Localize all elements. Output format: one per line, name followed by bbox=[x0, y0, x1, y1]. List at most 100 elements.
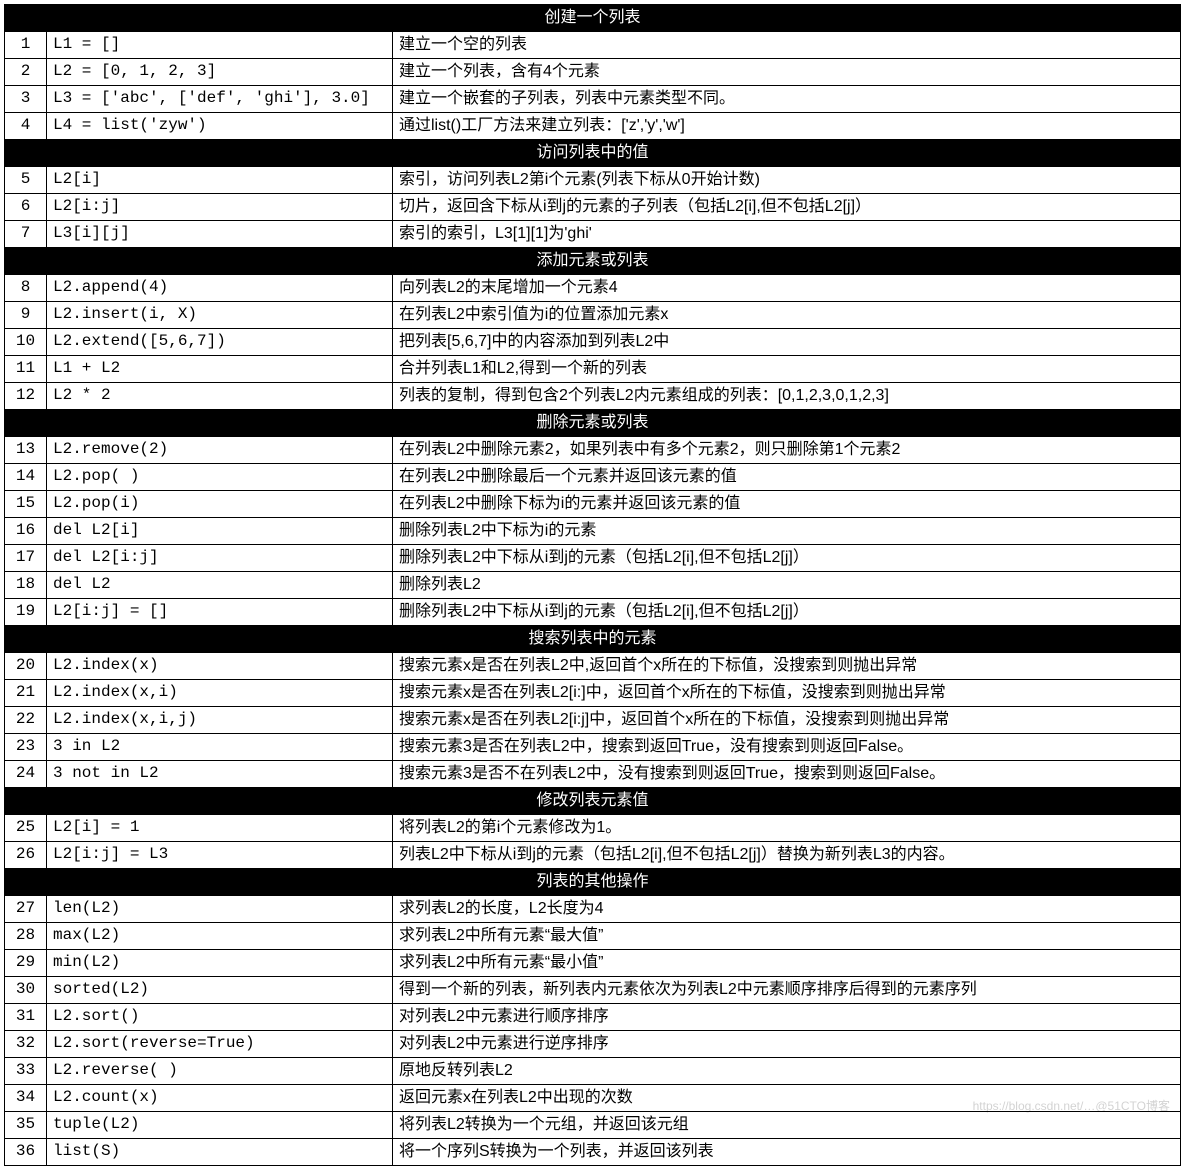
row-number: 28 bbox=[5, 923, 47, 950]
desc-cell: 列表L2中下标从i到j的元素（包括L2[i],但不包括L2[j]）替换为新列表L… bbox=[393, 842, 1181, 869]
desc-cell: 原地反转列表L2 bbox=[393, 1058, 1181, 1085]
code-cell: 3 not in L2 bbox=[47, 761, 393, 788]
row-number: 9 bbox=[5, 302, 47, 329]
desc-cell: 将列表L2的第i个元素修改为1。 bbox=[393, 815, 1181, 842]
row-number: 32 bbox=[5, 1031, 47, 1058]
desc-cell: 把列表[5,6,7]中的内容添加到列表L2中 bbox=[393, 329, 1181, 356]
row-number: 6 bbox=[5, 194, 47, 221]
desc-cell: 得到一个新的列表，新列表内元素依次为列表L2中元素顺序排序后得到的元素序列 bbox=[393, 977, 1181, 1004]
code-cell: L4 = list('zyw') bbox=[47, 113, 393, 140]
row-number: 31 bbox=[5, 1004, 47, 1031]
table-row: 8L2.append(4)向列表L2的末尾增加一个元素4 bbox=[5, 275, 1181, 302]
desc-cell: 返回元素x在列表L2中出现的次数 bbox=[393, 1085, 1181, 1112]
section-title: 修改列表元素值 bbox=[5, 788, 1181, 815]
desc-cell: 列表的复制，得到包含2个列表L2内元素组成的列表：[0,1,2,3,0,1,2,… bbox=[393, 383, 1181, 410]
row-number: 36 bbox=[5, 1139, 47, 1166]
row-number: 2 bbox=[5, 59, 47, 86]
row-number: 8 bbox=[5, 275, 47, 302]
table-row: 3L3 = ['abc', ['def', 'ghi'], 3.0]建立一个嵌套… bbox=[5, 86, 1181, 113]
code-cell: L2.append(4) bbox=[47, 275, 393, 302]
code-cell: L1 + L2 bbox=[47, 356, 393, 383]
code-cell: tuple(L2) bbox=[47, 1112, 393, 1139]
section-title: 创建一个列表 bbox=[5, 5, 1181, 32]
table-row: 28max(L2)求列表L2中所有元素“最大值” bbox=[5, 923, 1181, 950]
row-number: 16 bbox=[5, 518, 47, 545]
desc-cell: 搜索元素3是否在列表L2中，搜索到返回True，没有搜索到则返回False。 bbox=[393, 734, 1181, 761]
table-row: 22L2.index(x,i,j)搜索元素x是否在列表L2[i:j]中，返回首个… bbox=[5, 707, 1181, 734]
desc-cell: 合并列表L1和L2,得到一个新的列表 bbox=[393, 356, 1181, 383]
section-title: 列表的其他操作 bbox=[5, 869, 1181, 896]
section-header: 列表的其他操作 bbox=[5, 869, 1181, 896]
desc-cell: 在列表L2中删除下标为i的元素并返回该元素的值 bbox=[393, 491, 1181, 518]
desc-cell: 建立一个空的列表 bbox=[393, 32, 1181, 59]
code-cell: min(L2) bbox=[47, 950, 393, 977]
code-cell: L2.extend([5,6,7]) bbox=[47, 329, 393, 356]
desc-cell: 切片，返回含下标从i到j的元素的子列表（包括L2[i],但不包括L2[j]） bbox=[393, 194, 1181, 221]
code-cell: L1 = [] bbox=[47, 32, 393, 59]
table-row: 9L2.insert(i, X)在列表L2中索引值为i的位置添加元素x bbox=[5, 302, 1181, 329]
row-number: 34 bbox=[5, 1085, 47, 1112]
row-number: 11 bbox=[5, 356, 47, 383]
code-cell: L2[i:j] bbox=[47, 194, 393, 221]
section-title: 搜索列表中的元素 bbox=[5, 626, 1181, 653]
code-cell: del L2[i] bbox=[47, 518, 393, 545]
row-number: 3 bbox=[5, 86, 47, 113]
table-row: 32L2.sort(reverse=True)对列表L2中元素进行逆序排序 bbox=[5, 1031, 1181, 1058]
code-cell: L2.index(x,i,j) bbox=[47, 707, 393, 734]
section-title: 访问列表中的值 bbox=[5, 140, 1181, 167]
code-cell: L2.sort() bbox=[47, 1004, 393, 1031]
row-number: 22 bbox=[5, 707, 47, 734]
desc-cell: 索引，访问列表L2第i个元素(列表下标从0开始计数) bbox=[393, 167, 1181, 194]
table-row: 12L2 * 2列表的复制，得到包含2个列表L2内元素组成的列表：[0,1,2,… bbox=[5, 383, 1181, 410]
table-row: 31L2.sort()对列表L2中元素进行顺序排序 bbox=[5, 1004, 1181, 1031]
code-cell: L2.insert(i, X) bbox=[47, 302, 393, 329]
code-cell: L2.pop(i) bbox=[47, 491, 393, 518]
table-row: 233 in L2搜索元素3是否在列表L2中，搜索到返回True，没有搜索到则返… bbox=[5, 734, 1181, 761]
reference-table: 创建一个列表1L1 = []建立一个空的列表2L2 = [0, 1, 2, 3]… bbox=[4, 4, 1181, 1166]
desc-cell: 将一个序列S转换为一个列表，并返回该列表 bbox=[393, 1139, 1181, 1166]
code-cell: L2.remove(2) bbox=[47, 437, 393, 464]
table-row: 34L2.count(x)返回元素x在列表L2中出现的次数 bbox=[5, 1085, 1181, 1112]
row-number: 10 bbox=[5, 329, 47, 356]
desc-cell: 建立一个列表，含有4个元素 bbox=[393, 59, 1181, 86]
section-title: 删除元素或列表 bbox=[5, 410, 1181, 437]
row-number: 25 bbox=[5, 815, 47, 842]
row-number: 27 bbox=[5, 896, 47, 923]
code-cell: L2.index(x,i) bbox=[47, 680, 393, 707]
table-row: 36list(S)将一个序列S转换为一个列表，并返回该列表 bbox=[5, 1139, 1181, 1166]
desc-cell: 索引的索引，L3[1][1]为'ghi' bbox=[393, 221, 1181, 248]
row-number: 1 bbox=[5, 32, 47, 59]
desc-cell: 搜索元素x是否在列表L2中,返回首个x所在的下标值，没搜索到则抛出异常 bbox=[393, 653, 1181, 680]
code-cell: del L2[i:j] bbox=[47, 545, 393, 572]
row-number: 12 bbox=[5, 383, 47, 410]
code-cell: L2.index(x) bbox=[47, 653, 393, 680]
code-cell: L2[i] bbox=[47, 167, 393, 194]
table-row: 11L1 + L2合并列表L1和L2,得到一个新的列表 bbox=[5, 356, 1181, 383]
row-number: 19 bbox=[5, 599, 47, 626]
row-number: 18 bbox=[5, 572, 47, 599]
row-number: 14 bbox=[5, 464, 47, 491]
row-number: 26 bbox=[5, 842, 47, 869]
row-number: 33 bbox=[5, 1058, 47, 1085]
desc-cell: 在列表L2中索引值为i的位置添加元素x bbox=[393, 302, 1181, 329]
desc-cell: 求列表L2中所有元素“最大值” bbox=[393, 923, 1181, 950]
row-number: 20 bbox=[5, 653, 47, 680]
desc-cell: 搜索元素x是否在列表L2[i:j]中，返回首个x所在的下标值，没搜索到则抛出异常 bbox=[393, 707, 1181, 734]
table-row: 4L4 = list('zyw')通过list()工厂方法来建立列表：['z',… bbox=[5, 113, 1181, 140]
table-row: 27len(L2)求列表L2的长度，L2长度为4 bbox=[5, 896, 1181, 923]
code-cell: len(L2) bbox=[47, 896, 393, 923]
row-number: 7 bbox=[5, 221, 47, 248]
table-row: 6L2[i:j]切片，返回含下标从i到j的元素的子列表（包括L2[i],但不包括… bbox=[5, 194, 1181, 221]
desc-cell: 删除列表L2 bbox=[393, 572, 1181, 599]
section-header: 创建一个列表 bbox=[5, 5, 1181, 32]
table-row: 7L3[i][j]索引的索引，L3[1][1]为'ghi' bbox=[5, 221, 1181, 248]
desc-cell: 将列表L2转换为一个元组，并返回该元组 bbox=[393, 1112, 1181, 1139]
section-header: 修改列表元素值 bbox=[5, 788, 1181, 815]
row-number: 15 bbox=[5, 491, 47, 518]
row-number: 24 bbox=[5, 761, 47, 788]
desc-cell: 求列表L2中所有元素“最小值” bbox=[393, 950, 1181, 977]
row-number: 13 bbox=[5, 437, 47, 464]
table-row: 19L2[i:j] = []删除列表L2中下标从i到j的元素（包括L2[i],但… bbox=[5, 599, 1181, 626]
table-row: 243 not in L2搜索元素3是否不在列表L2中，没有搜索到则返回True… bbox=[5, 761, 1181, 788]
table-row: 15L2.pop(i)在列表L2中删除下标为i的元素并返回该元素的值 bbox=[5, 491, 1181, 518]
